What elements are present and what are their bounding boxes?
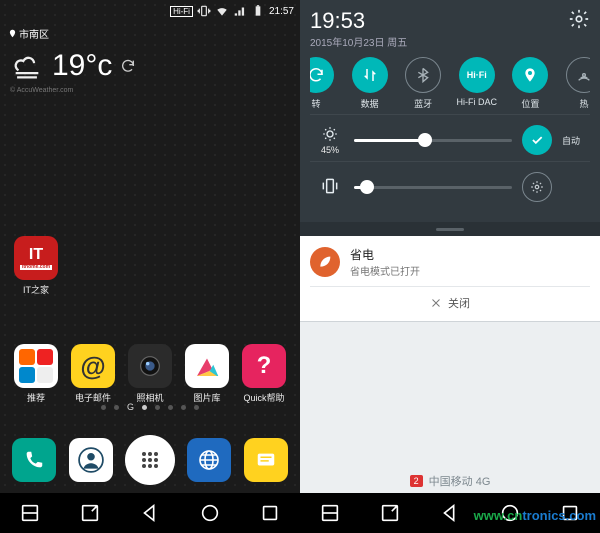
shade-date: 2015年10月23日 周五 xyxy=(310,34,407,49)
refresh-icon[interactable] xyxy=(120,58,136,74)
qs-label: Hi-Fi DAC xyxy=(457,97,498,107)
dock-phone[interactable] xyxy=(12,438,56,482)
close-icon xyxy=(430,297,442,309)
cloud-fog-icon xyxy=(10,49,44,83)
battery-icon xyxy=(251,4,265,18)
camera-icon xyxy=(128,344,172,388)
shade-time: 19:53 xyxy=(310,8,407,34)
hifi-indicator: Hi-Fi xyxy=(170,6,193,17)
nav-recent[interactable] xyxy=(259,502,281,524)
qs-label: 位置 xyxy=(521,97,539,110)
brightness-slider[interactable] xyxy=(354,139,512,142)
volume-slider[interactable] xyxy=(354,186,512,189)
bluetooth-icon xyxy=(405,57,441,93)
quickhelp-icon: ? xyxy=(242,344,286,388)
location-label[interactable]: 市南区 xyxy=(0,22,300,45)
nav-home[interactable] xyxy=(199,502,221,524)
qs-label: 热 xyxy=(579,97,588,110)
qs-data[interactable]: 数据 xyxy=(346,57,394,110)
location-icon xyxy=(512,57,548,93)
auto-brightness-toggle[interactable] xyxy=(522,125,552,155)
qs-rotate[interactable]: 转 xyxy=(310,57,340,110)
dock xyxy=(0,431,300,489)
app-row-single: IT Ithome.com IT之家 xyxy=(0,236,72,296)
app-camera[interactable]: 照相机 xyxy=(124,344,176,404)
app-label: IT之家 xyxy=(23,283,49,296)
notification-shade: 19:53 2015年10月23日 周五 转 数据 蓝牙 Hi·Fi Hi-Fi… xyxy=(300,0,600,222)
hotspot-icon xyxy=(566,57,590,93)
app-row-2: 推荐 @ 电子邮件 照相机 图片库 ? Quick帮助 xyxy=(0,344,300,404)
qs-hifi[interactable]: Hi·Fi Hi-Fi DAC xyxy=(453,57,501,110)
contacts-icon xyxy=(78,447,104,473)
notification-card[interactable]: 省电 省电模式已打开 关闭 xyxy=(300,236,600,322)
nav-qslide[interactable] xyxy=(379,502,401,524)
shade-handle[interactable] xyxy=(300,222,600,236)
ithome-icon: IT Ithome.com xyxy=(14,236,58,280)
rotate-icon xyxy=(310,57,334,93)
brightness-pct: 45% xyxy=(316,145,344,155)
app-quickhelp[interactable]: ? Quick帮助 xyxy=(238,344,290,404)
quick-settings[interactable]: 转 数据 蓝牙 Hi·Fi Hi-Fi DAC 位置 热 xyxy=(310,49,590,114)
apps-grid-icon xyxy=(138,448,162,472)
page-indicator[interactable]: G xyxy=(0,402,300,412)
nav-dual-window[interactable] xyxy=(19,502,41,524)
qs-bluetooth[interactable]: 蓝牙 xyxy=(399,57,447,110)
wifi-icon xyxy=(215,4,229,18)
recommend-icon xyxy=(14,344,58,388)
pager-g: G xyxy=(127,402,134,412)
email-icon: @ xyxy=(71,344,115,388)
app-ithome[interactable]: IT Ithome.com IT之家 xyxy=(10,236,62,296)
app-recommend[interactable]: 推荐 xyxy=(10,344,62,404)
weather-attribution: © AccuWeather.com xyxy=(0,87,300,94)
brightness-icon: 45% xyxy=(316,125,344,155)
data-icon xyxy=(352,57,388,93)
leaf-icon xyxy=(310,247,340,277)
nav-back[interactable] xyxy=(139,502,161,524)
sim-badge: 2 xyxy=(410,475,423,487)
weather-widget[interactable]: 19°c xyxy=(0,45,300,87)
qs-hotspot[interactable]: 热 xyxy=(560,57,590,110)
carrier-name: 中国移动 4G xyxy=(429,473,491,489)
watermark: www.cntronics.com xyxy=(474,508,596,523)
dock-apps[interactable] xyxy=(125,435,175,485)
settings-icon[interactable] xyxy=(568,8,590,30)
brightness-row: 45% 自动 xyxy=(310,114,590,161)
globe-icon xyxy=(197,448,221,472)
volume-settings-button[interactable] xyxy=(522,172,552,202)
qs-location[interactable]: 位置 xyxy=(506,57,554,110)
gallery-icon xyxy=(185,344,229,388)
close-label: 关闭 xyxy=(448,295,470,311)
qs-label: 数据 xyxy=(361,97,379,110)
card-close-action[interactable]: 关闭 xyxy=(310,286,590,311)
nav-dual-window[interactable] xyxy=(319,502,341,524)
qs-label: 蓝牙 xyxy=(414,97,432,110)
hifi-icon: Hi·Fi xyxy=(459,57,495,93)
nav-back[interactable] xyxy=(439,502,461,524)
dock-browser[interactable] xyxy=(187,438,231,482)
volume-row xyxy=(310,161,590,214)
qs-label: 转 xyxy=(311,97,320,110)
nav-bar xyxy=(0,493,300,533)
phone-icon xyxy=(23,449,45,471)
dock-messages[interactable] xyxy=(244,438,288,482)
temperature: 19°c xyxy=(52,49,112,83)
carrier-label: 2 中国移动 4G xyxy=(300,473,600,489)
status-time: 21:57 xyxy=(269,6,294,17)
location-text: 市南区 xyxy=(19,26,49,41)
card-subtitle: 省电模式已打开 xyxy=(350,263,420,278)
dock-contacts[interactable] xyxy=(69,438,113,482)
app-email[interactable]: @ 电子邮件 xyxy=(67,344,119,404)
vibrate-icon xyxy=(316,176,344,198)
auto-label: 自动 xyxy=(562,134,584,147)
home-screen: Hi-Fi 21:57 市南区 19°c © AccuWeather.com I… xyxy=(0,0,300,533)
vibrate-icon xyxy=(197,4,211,18)
status-bar: Hi-Fi 21:57 xyxy=(0,0,300,22)
app-gallery[interactable]: 图片库 xyxy=(181,344,233,404)
nav-qslide[interactable] xyxy=(79,502,101,524)
message-icon xyxy=(255,449,277,471)
card-title: 省电 xyxy=(350,246,420,263)
pin-icon xyxy=(8,29,17,38)
signal-icon xyxy=(233,4,247,18)
